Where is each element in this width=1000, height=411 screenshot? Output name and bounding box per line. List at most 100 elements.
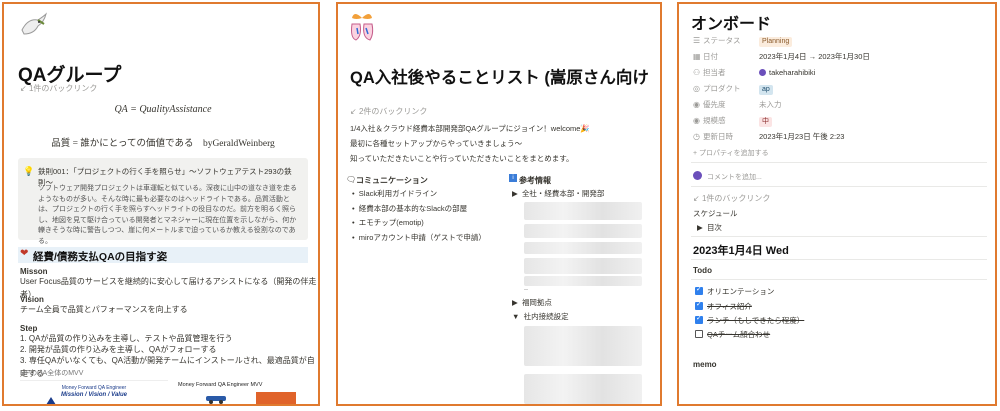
divider (691, 162, 987, 163)
mvv-image-right[interactable]: Money Forward QA Engineer MVV (174, 380, 308, 404)
blurred-content (524, 326, 642, 366)
backlink-label: 1件のバックリンク (28, 84, 98, 93)
backlink-link[interactable]: ↙ 2件のバックリンク (350, 106, 427, 117)
intro-line: 1/4入社＆クラウド経費本部開発部QAグループにジョイン！welcome🎉 (350, 124, 590, 133)
todo-item[interactable]: オフィス紹介 (695, 300, 752, 312)
backlink-link[interactable]: ↙ 1件のバックリンク (20, 83, 97, 94)
blurred-content (524, 224, 642, 238)
toggle-label: 全社・経費本部・開発部 (521, 189, 605, 198)
list-item-label: エモチップ(emotip) (358, 218, 424, 227)
page-title: QA入社後やることリスト (嵩原さん向け (350, 69, 649, 87)
dash-text: -- (524, 287, 528, 293)
triangle-icon (46, 397, 56, 404)
blurred-content (524, 202, 642, 220)
product-tag: ap (759, 85, 773, 95)
target-icon: ◎ (693, 84, 700, 93)
toc-toggle[interactable]: ▶ 目次 (697, 222, 722, 233)
communication-heading: コミュニケーション (356, 176, 428, 185)
intro-line: 知っていただきたいことや行っていただきたいことをまとめます。 (350, 154, 574, 163)
list-item[interactable]: • miroアカウント申請（ゲストで申請） (352, 232, 486, 243)
mvv-image-left[interactable]: Money Forward QA Engineer Mission / Visi… (20, 380, 168, 404)
vision-text: チーム全員で品質とパフォーマンスを向上する (20, 305, 188, 314)
property-label: 規模感 (703, 116, 726, 125)
todo-item[interactable]: オリエンテーション (695, 285, 775, 297)
divider (691, 186, 987, 187)
intro-line: 最初に各種セットアップからやっていきましょう〜 (350, 139, 523, 148)
scale-tag: 中 (759, 117, 772, 127)
status-tag: Planning (759, 37, 793, 47)
mvv-image-caption: Money Forward QA Engineer (61, 385, 127, 391)
schedule-label: スケジュール (693, 209, 738, 218)
toc-label: 目次 (706, 223, 722, 232)
checkbox[interactable] (695, 300, 703, 310)
bubble-icon: 🗨 (346, 175, 357, 184)
comment-input[interactable]: コメントを追加... (707, 172, 762, 182)
list-item[interactable]: • 経費本部の基本的なSlackの部屋 (352, 203, 467, 214)
gift-icon (351, 14, 374, 41)
backlink-label: 2件のバックリンク (358, 107, 428, 116)
date-heading: 2023年1月4日 Wed (693, 245, 789, 257)
property-scale[interactable]: ◉ 規模感 中 (693, 115, 772, 127)
divider (691, 259, 987, 260)
orange-banner (256, 392, 296, 404)
formula-quality: 品質 = 誰かにとっての価値である byGeraldWeinberg (51, 139, 275, 149)
car-icon (206, 396, 226, 404)
section-heading: 経費/債務支払QAの目指す姿 (33, 251, 168, 263)
section-heading-block: ❤ 経費/債務支払QAの目指す姿 (18, 247, 308, 263)
mvv-image-title: Money Forward QA Engineer MVV (178, 382, 263, 388)
toggle-label: 福岡拠点 (521, 298, 552, 307)
blurred-content (524, 242, 642, 254)
todo-label: オフィス紹介 (707, 302, 752, 311)
list-icon: ☰ (693, 36, 701, 45)
heart-icon: ❤ (20, 248, 29, 259)
property-priority[interactable]: ◉ 優先度 未入力 (693, 99, 782, 111)
scale-icon: ◉ (693, 116, 700, 125)
reference-heading: 参考情報 (519, 176, 551, 185)
blurred-content (524, 374, 642, 404)
todo-label: QAチーム顔合わせ (707, 330, 771, 339)
callout-block: 💡 鉄則001：「プロジェクトの行く手を照らせ」〜ソフトウェアテスト293の鉄則… (18, 158, 308, 245)
mvv-image-subtitle: Mission / Vision / Value (61, 392, 127, 398)
checkbox[interactable] (695, 330, 703, 338)
add-property-button[interactable]: + プロパティを追加する (693, 148, 769, 158)
clock-icon: ◷ (693, 132, 700, 141)
property-updated[interactable]: ◷ 更新日時 2023年1月23日 午後 2:23 (693, 131, 844, 143)
list-item[interactable]: • Slack利用ガイドライン (352, 188, 437, 199)
property-label: 日付 (703, 52, 718, 61)
property-label: 更新日時 (703, 132, 733, 141)
mvv-link[interactable]: MFのQA全体のMVV (20, 368, 83, 378)
todo-item[interactable]: ランチ（もしできたら程度） (695, 314, 805, 326)
backlink-link[interactable]: ↙ 1件のバックリンク (693, 193, 770, 204)
checkbox[interactable] (695, 314, 703, 324)
property-assignee[interactable]: ⚇ 担当者 takeharahibiki (693, 67, 815, 79)
toggle-network[interactable]: ▼ 社内接続設定 (512, 311, 569, 322)
todo-heading: Todo (693, 266, 712, 275)
divider (691, 236, 987, 237)
toggle-fukuoka[interactable]: ▶ 福岡拠点 (512, 297, 552, 308)
backlink-label: 1件のバックリンク (701, 194, 771, 203)
blurred-content (524, 276, 642, 286)
list-item-label: Slack利用ガイドライン (358, 189, 438, 198)
list-item[interactable]: • エモチップ(emotip) (352, 217, 424, 228)
avatar (759, 69, 766, 76)
property-value: takeharahibiki (769, 68, 816, 77)
mission-text: User Focus品質のサービスを継続的に安心して届けるアシストになる（開発の… (20, 277, 317, 299)
page-title: オンボード (691, 16, 772, 33)
divider (691, 279, 987, 280)
todo-label: ランチ（もしできたら程度） (707, 316, 805, 325)
property-label: ステータス (703, 36, 741, 45)
priority-icon: ◉ (693, 100, 700, 109)
list-item-label: miroアカウント申請（ゲストで申請） (358, 233, 486, 242)
property-date[interactable]: ▦ 日付 2023年1月4日 → 2023年1月30日 (693, 51, 870, 63)
todo-label: オリエンテーション (707, 287, 775, 296)
formula-qa: QA = QualityAssistance (114, 104, 212, 115)
property-status[interactable]: ☰ ステータス Planning (693, 35, 793, 47)
property-value: 2023年1月4日 → 2023年1月30日 (759, 52, 870, 61)
callout-body: ソフトウェア開発プロジェクトは車運転と似ている。深夜に山中の道なき道を走るような… (38, 185, 297, 245)
toggle-company[interactable]: ▶ 全社・経費本部・開発部 (512, 188, 604, 199)
checkbox[interactable] (695, 285, 703, 295)
todo-item[interactable]: QAチーム顔合わせ (695, 329, 770, 340)
people-icon: ⚇ (693, 68, 701, 77)
property-product[interactable]: ◎ プロダクト ap (693, 83, 773, 95)
onboarding-list-page-panel: QA入社後やることリスト (嵩原さん向け ↙ 2件のバックリンク 1/4入社＆ク… (336, 2, 662, 406)
